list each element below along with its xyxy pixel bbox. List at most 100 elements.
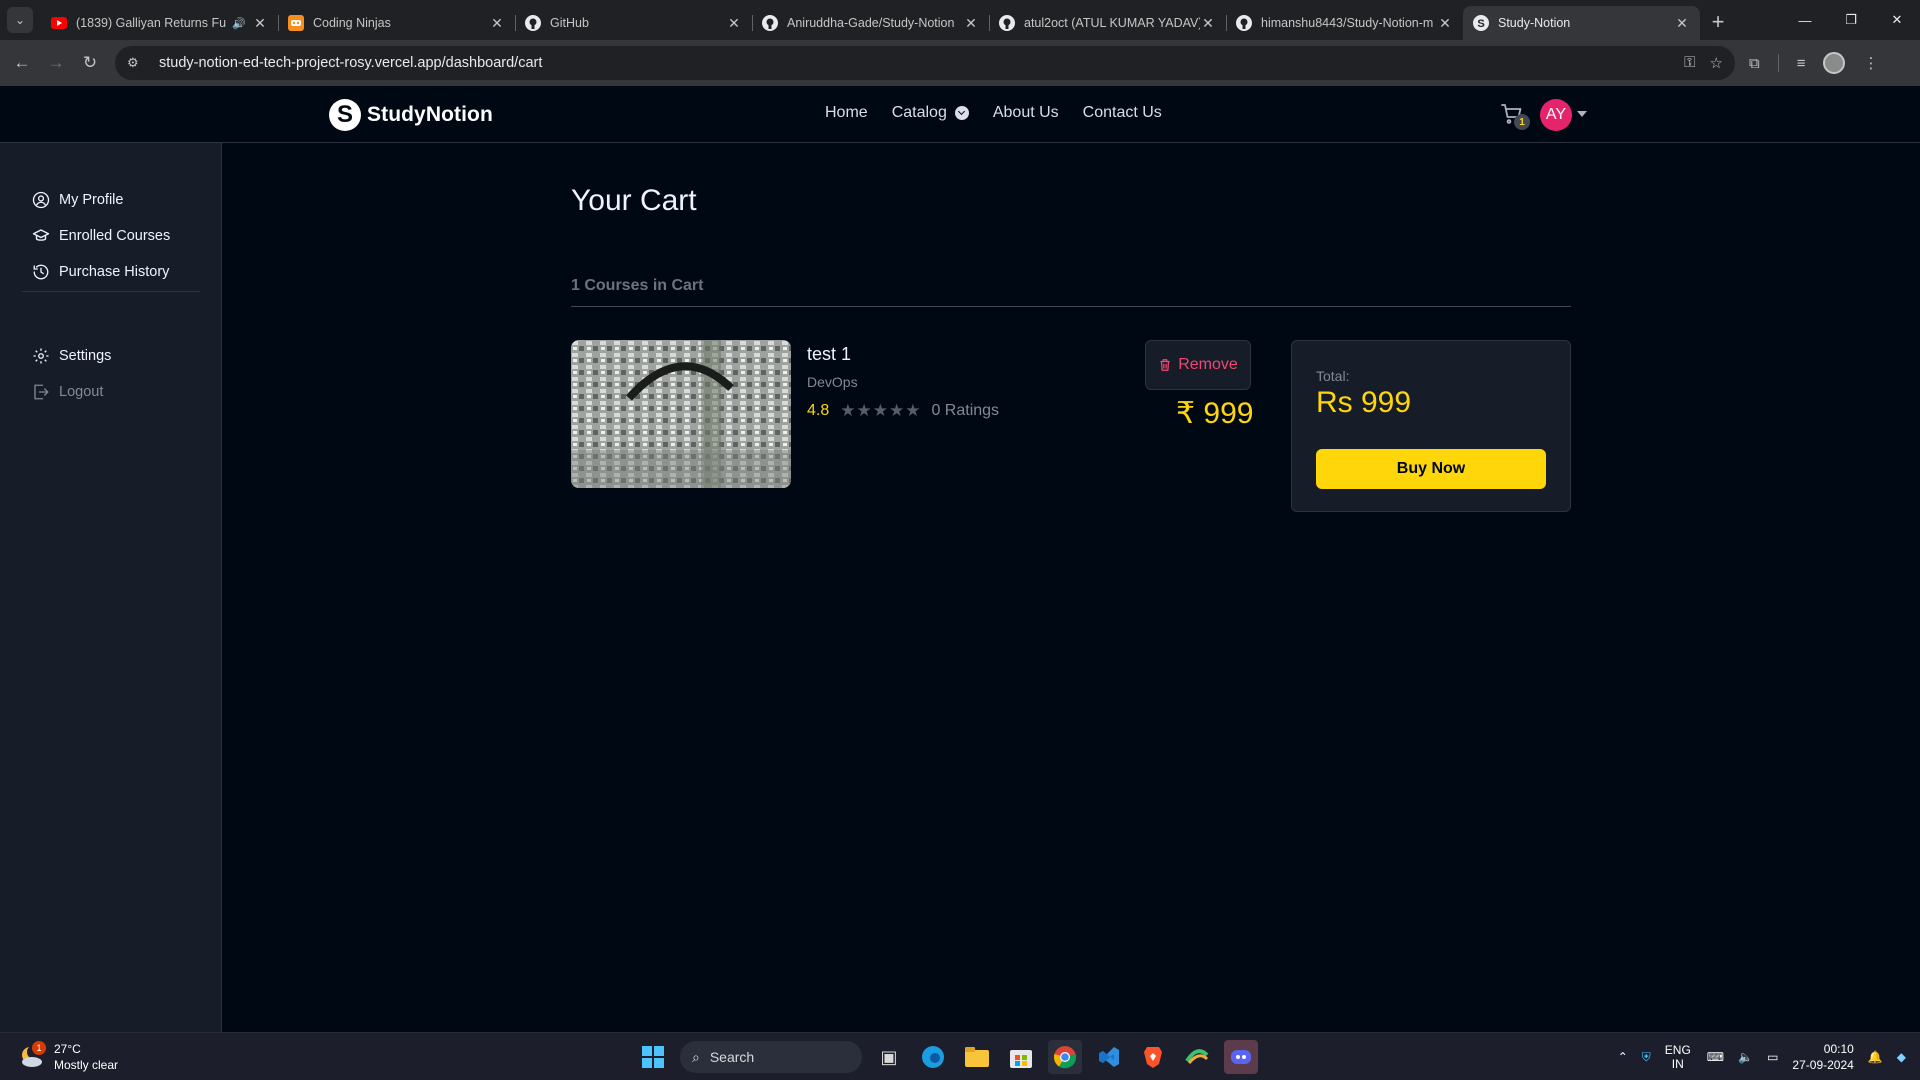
tab-title: himanshu8443/Study-Notion-m [1261, 16, 1434, 30]
chevron-up-icon[interactable]: ⌃ [1618, 1050, 1628, 1064]
sidebar-item-label: My Profile [59, 192, 124, 208]
cart-divider [571, 306, 1571, 307]
star-rating-icons: ★★★★★ [840, 401, 922, 420]
file-explorer-icon[interactable] [960, 1040, 994, 1074]
total-amount: Rs 999 [1316, 386, 1412, 419]
logo-text: StudyNotion [367, 103, 493, 126]
remove-button[interactable]: Remove [1145, 340, 1251, 390]
notification-bell-icon[interactable]: 🔔 [1868, 1050, 1883, 1064]
site-settings-icon[interactable]: ⚙ [127, 55, 147, 71]
lang-region: IN [1671, 1057, 1684, 1071]
close-icon[interactable]: ✕ [963, 15, 979, 32]
network-icon[interactable]: ⌨ [1707, 1050, 1724, 1064]
new-tab-button[interactable]: + [1704, 8, 1732, 36]
cart-count-label: 1 Courses in Cart [571, 277, 704, 294]
caret-down-icon[interactable] [1577, 111, 1587, 117]
chrome-icon[interactable] [1048, 1040, 1082, 1074]
close-icon[interactable]: ✕ [252, 15, 268, 32]
media-controls-icon[interactable]: ≡ [1797, 55, 1806, 72]
restore-icon[interactable]: ❐ [1828, 0, 1874, 40]
tab-search-button[interactable]: ⌄ [7, 7, 33, 33]
course-rating: 4.8 ★★★★★ 0 Ratings [807, 401, 999, 421]
sidebar-item-label: Settings [59, 348, 112, 364]
site-navbar: S StudyNotion Home Catalog About Us Cont… [0, 86, 1920, 143]
taskbar-search[interactable]: ⌕ Search [680, 1041, 862, 1073]
window-controls: — ❐ ✕ [1782, 0, 1920, 40]
studynotion-logo[interactable]: S StudyNotion [329, 99, 493, 131]
browser-tab[interactable]: himanshu8443/Study-Notion-m ✕ [1226, 6, 1463, 40]
language-indicator[interactable]: ENG IN [1665, 1043, 1691, 1071]
rating-value: 4.8 [807, 402, 830, 419]
vscode-icon[interactable] [1092, 1040, 1126, 1074]
nav-link-catalog[interactable]: Catalog [892, 104, 969, 122]
system-tray: ⌃ ⛨ ENG IN ⌨ 🔈 ▭ 00:10 27-09-2024 🔔 ◆ [1618, 1033, 1920, 1080]
close-icon[interactable]: ✕ [489, 15, 505, 32]
volume-icon[interactable]: 🔈 [1738, 1050, 1753, 1064]
browser-tab[interactable]: Coding Ninjas ✕ [278, 6, 515, 40]
browser-tab[interactable]: GitHub ✕ [515, 6, 752, 40]
course-thumbnail[interactable] [571, 340, 791, 488]
browser-tab[interactable]: Aniruddha-Gade/Study-Notion ✕ [752, 6, 989, 40]
close-icon[interactable]: ✕ [1674, 15, 1690, 32]
history-icon [33, 264, 49, 280]
close-icon[interactable]: ✕ [726, 15, 742, 32]
menu-kebab-icon[interactable]: ⋮ [1863, 54, 1878, 72]
discord-icon[interactable] [1224, 1040, 1258, 1074]
course-title: test 1 [807, 344, 852, 364]
windows-start-icon[interactable] [636, 1040, 670, 1074]
logo-mark: S [329, 99, 361, 131]
remove-label: Remove [1178, 356, 1238, 373]
close-icon[interactable]: ✕ [1200, 15, 1216, 32]
user-avatar[interactable]: AY [1540, 99, 1572, 131]
reload-icon[interactable]: ↻ [73, 46, 107, 80]
sidebar-item-label: Logout [59, 384, 104, 400]
security-shield-icon[interactable]: ⛨ [1642, 1050, 1651, 1065]
browser-profile-avatar[interactable] [1823, 52, 1846, 74]
edge-browser-icon[interactable] [916, 1040, 950, 1074]
sidebar-item-enrolled-courses[interactable]: Enrolled Courses [32, 227, 170, 245]
task-view-icon[interactable]: ▣ [872, 1040, 906, 1074]
bookmark-star-icon[interactable]: ☆ [1710, 54, 1723, 72]
course-price: ₹ 999 [1176, 397, 1254, 430]
sidebar-item-purchase-history[interactable]: Purchase History [32, 263, 169, 281]
total-label: Total: [1316, 368, 1350, 384]
browser-tab-active[interactable]: S Study-Notion ✕ [1463, 6, 1700, 40]
buy-now-button[interactable]: Buy Now [1316, 449, 1546, 489]
password-key-icon[interactable]: ⚿ [1684, 54, 1695, 72]
minimize-icon[interactable]: — [1782, 0, 1828, 40]
graduation-cap-icon [32, 229, 50, 241]
copilot-icon[interactable]: ◆ [1897, 1050, 1906, 1064]
gear-icon [33, 348, 49, 364]
extensions-icon[interactable]: ⧉ [1749, 55, 1760, 72]
browser-tab[interactable]: atul2oct (ATUL KUMAR YADAV) ✕ [989, 6, 1226, 40]
forward-arrow-icon[interactable]: → [39, 46, 73, 80]
sidebar-item-settings[interactable]: Settings [32, 347, 111, 365]
trash-icon [1160, 359, 1170, 371]
sidebar-item-label: Purchase History [59, 264, 170, 280]
github-icon [999, 15, 1015, 31]
microsoft-store-icon[interactable] [1004, 1040, 1038, 1074]
sidebar-item-logout[interactable]: Logout [32, 383, 103, 401]
tab-title: Coding Ninjas [313, 16, 391, 30]
nav-link-about[interactable]: About Us [993, 104, 1059, 122]
nav-link-contact[interactable]: Contact Us [1083, 104, 1162, 122]
back-arrow-icon[interactable]: ← [5, 46, 39, 80]
nav-link-home[interactable]: Home [825, 104, 868, 122]
battery-icon[interactable]: ▭ [1767, 1050, 1778, 1064]
sidebar-item-my-profile[interactable]: My Profile [32, 191, 123, 209]
close-window-icon[interactable]: ✕ [1874, 0, 1920, 40]
address-bar[interactable]: ⚙ study-notion-ed-tech-project-rosy.verc… [115, 46, 1735, 80]
url-text[interactable]: study-notion-ed-tech-project-rosy.vercel… [159, 55, 1684, 71]
cart-count-badge: 1 [1514, 114, 1530, 130]
close-icon[interactable]: ✕ [1437, 15, 1453, 32]
browser-tab[interactable]: (1839) Galliyan Returns Full 🔊 ✕ [41, 6, 278, 40]
brave-icon[interactable] [1136, 1040, 1170, 1074]
tab-title: atul2oct (ATUL KUMAR YADAV) [1024, 16, 1200, 30]
clock[interactable]: 00:10 27-09-2024 [1792, 1041, 1853, 1073]
app-icon[interactable] [1180, 1040, 1214, 1074]
cart-button[interactable]: 1 [1500, 102, 1530, 130]
speaker-icon[interactable]: 🔊 [232, 17, 246, 30]
svg-text:S: S [1477, 18, 1484, 30]
weather-widget[interactable]: 1 27°C Mostly clear [18, 1041, 118, 1073]
weather-desc: Mostly clear [54, 1058, 119, 1072]
